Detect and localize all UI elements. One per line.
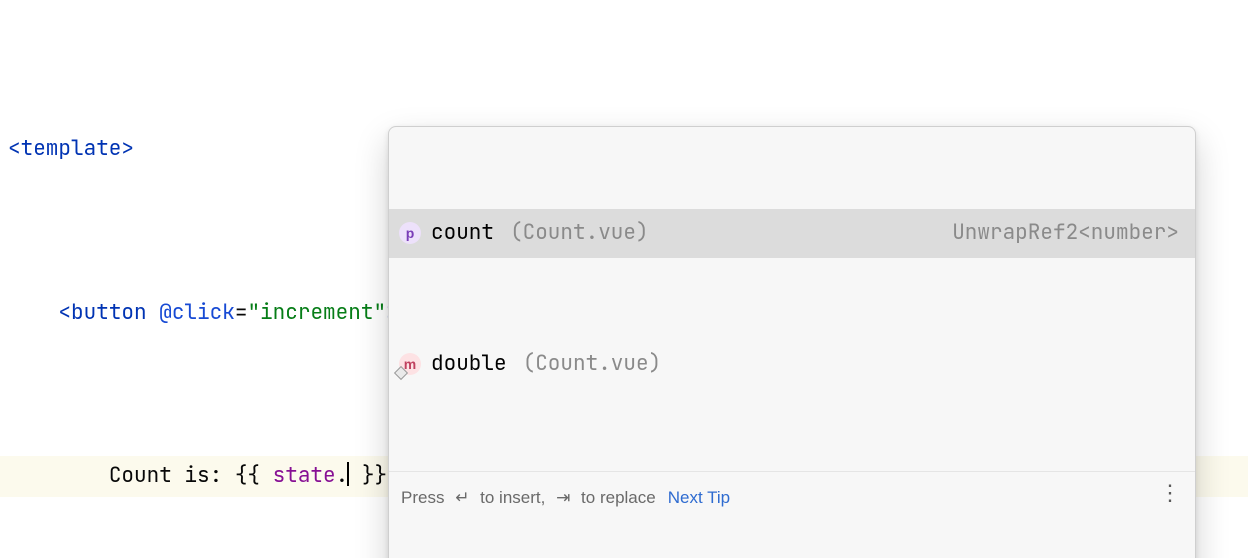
attr-click: @click — [159, 299, 235, 326]
completion-item-count[interactable]: p count (Count.vue) UnwrapRef2<number> — [389, 209, 1195, 258]
completion-name: count — [431, 213, 494, 254]
tag-template: template — [21, 135, 122, 162]
tab-key-icon: ⇥ — [556, 481, 570, 514]
enter-key-icon: ↵ — [455, 481, 469, 514]
mustache-close: }} — [362, 462, 387, 489]
method-icon: m — [399, 353, 421, 375]
text: Count is: — [109, 462, 235, 489]
tag-button: button — [71, 299, 147, 326]
completion-type: UnwrapRef2<number> — [952, 213, 1179, 254]
more-options-icon[interactable]: ⋮ — [1159, 489, 1183, 506]
text-caret — [347, 462, 349, 486]
mustache-open: {{ — [235, 462, 260, 489]
property-icon: p — [399, 222, 421, 244]
attr-value: "increment" — [247, 299, 386, 326]
code-editor[interactable]: <template> <button @click="increment"> C… — [0, 0, 1248, 558]
footer-text: Press — [401, 481, 449, 514]
footer-text: to replace — [576, 481, 655, 514]
completion-name: double — [431, 344, 507, 385]
autocomplete-popup: p count (Count.vue) UnwrapRef2<number> m… — [388, 126, 1196, 558]
completion-source: (Count.vue) — [510, 213, 649, 254]
completion-source: (Count.vue) — [523, 344, 662, 385]
footer-text: to insert, — [475, 481, 550, 514]
identifier-state: state — [273, 462, 336, 489]
popup-footer: Press ↵ to insert, ⇥ to replace Next Tip… — [389, 471, 1195, 524]
completion-item-double[interactable]: m double (Count.vue) — [389, 340, 1195, 389]
next-tip-link[interactable]: Next Tip — [668, 481, 730, 514]
